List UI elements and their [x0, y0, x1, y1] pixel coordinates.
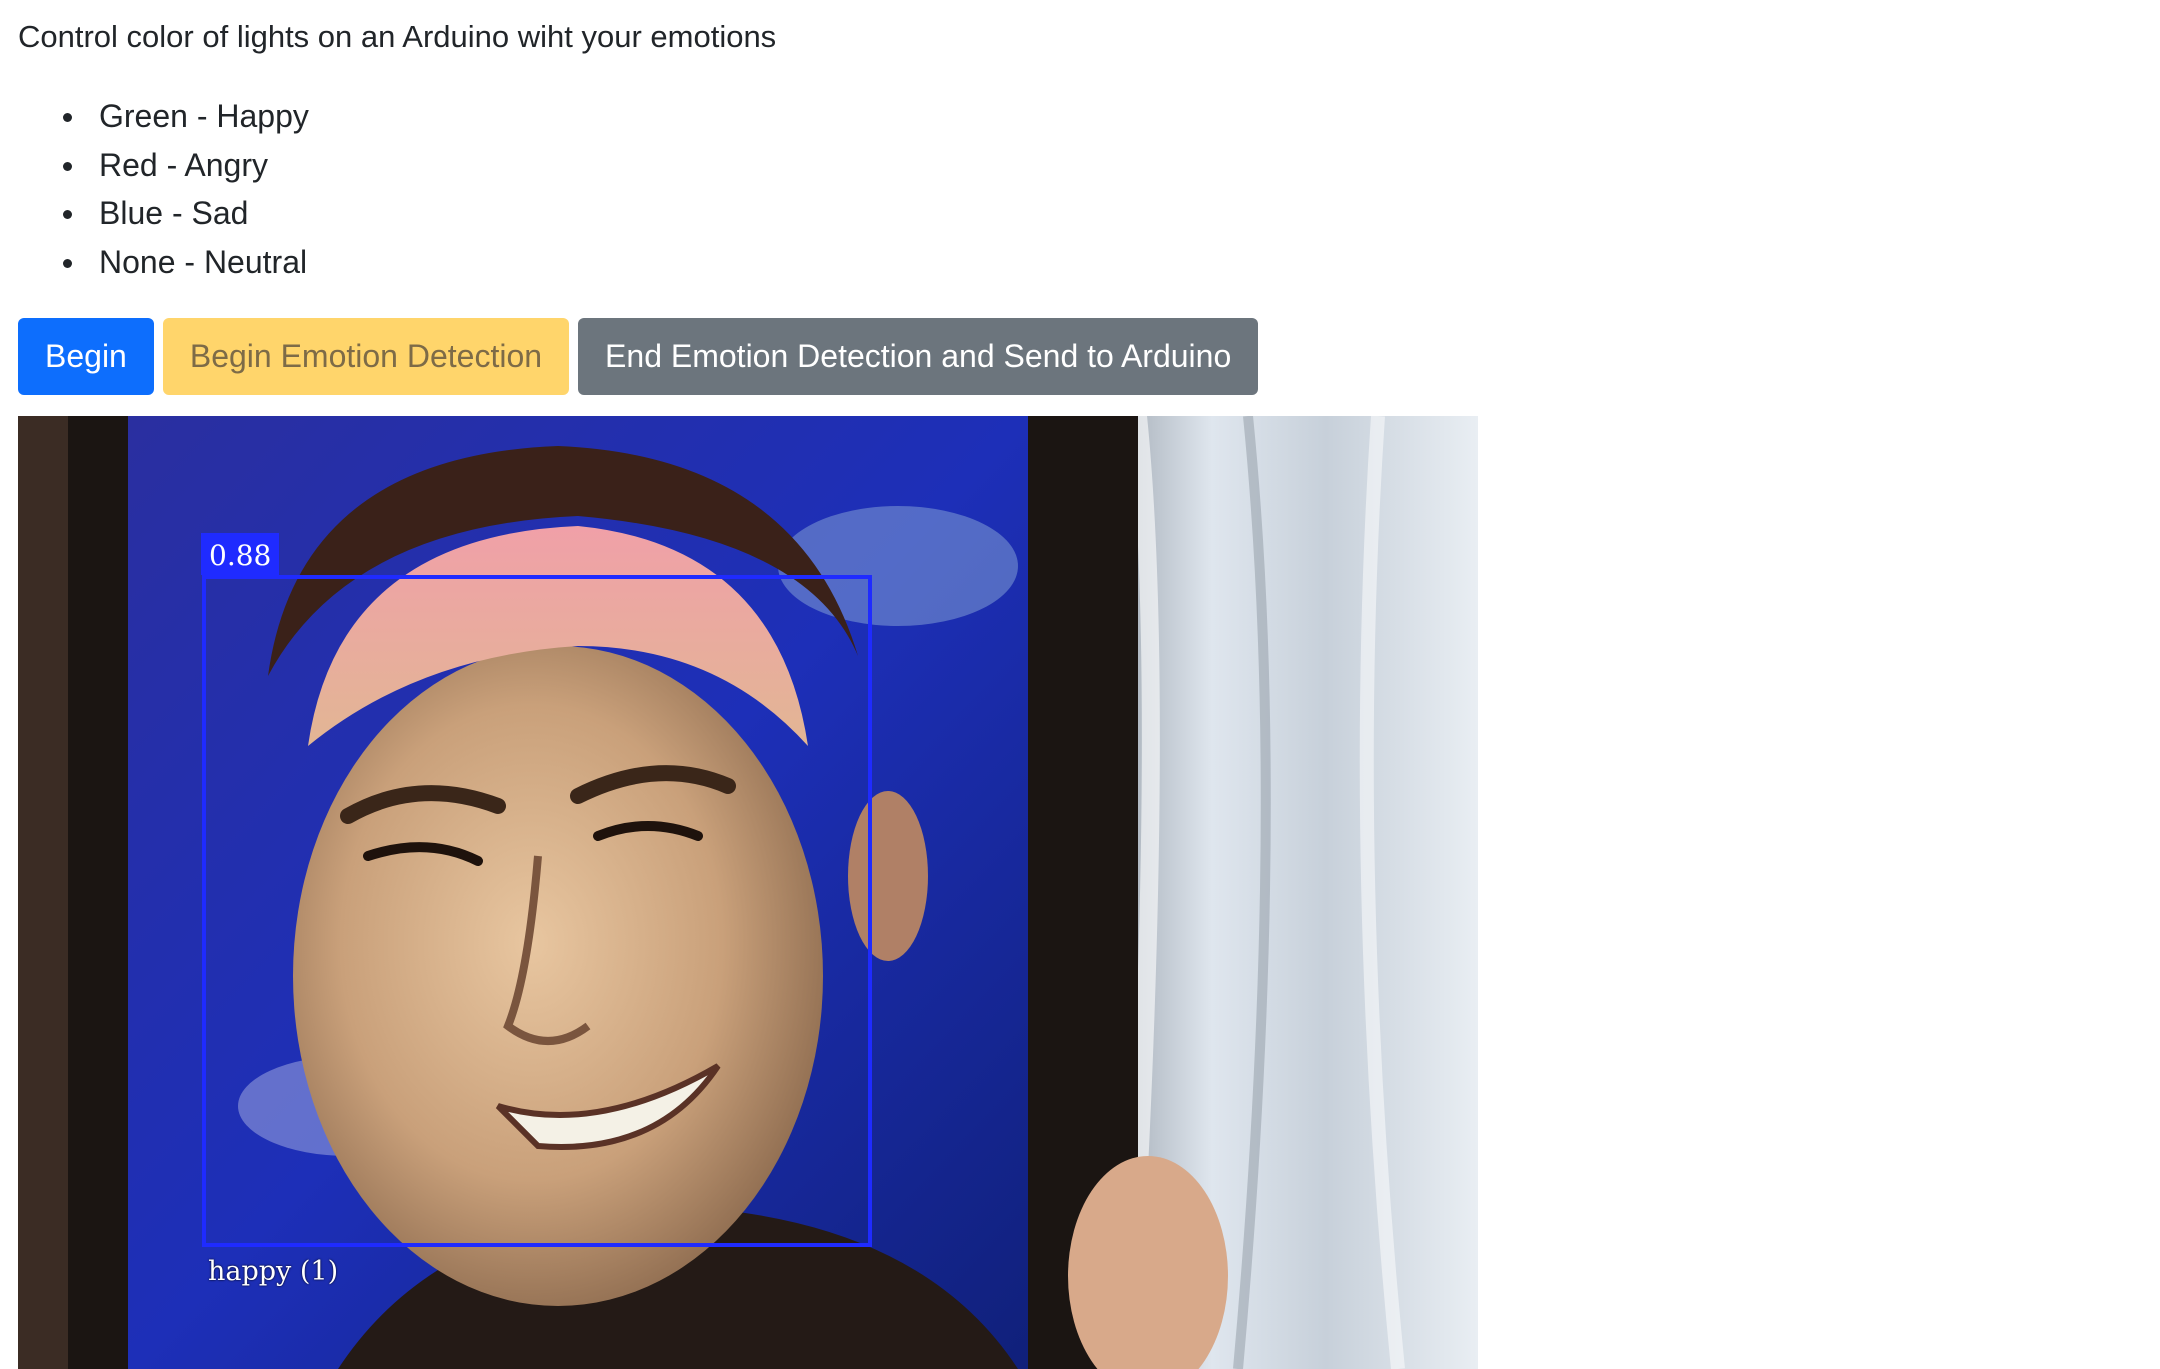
legend-item-happy: Green - Happy — [18, 92, 309, 141]
detection-emotion-label: happy (1) — [208, 1256, 339, 1287]
legend-item-neutral: None - Neutral — [18, 238, 309, 287]
emotion-color-legend: Green - Happy Red - Angry Blue - Sad Non… — [18, 92, 309, 286]
webcam-video-feed: 0.88 happy (1) — [18, 416, 1478, 1369]
detection-score-badge: 0.88 — [201, 533, 280, 575]
legend-item-angry: Red - Angry — [18, 141, 309, 190]
legend-item-sad: Blue - Sad — [18, 189, 309, 238]
begin-button[interactable]: Begin — [18, 318, 154, 395]
intro-text: Control color of lights on an Arduino wi… — [18, 19, 777, 54]
end-detection-send-button[interactable]: End Emotion Detection and Send to Arduin… — [578, 318, 1259, 395]
begin-emotion-detection-button[interactable]: Begin Emotion Detection — [162, 318, 570, 395]
button-bar: Begin Begin Emotion Detection End Emotio… — [18, 318, 1259, 395]
face-detection-box — [202, 575, 872, 1247]
